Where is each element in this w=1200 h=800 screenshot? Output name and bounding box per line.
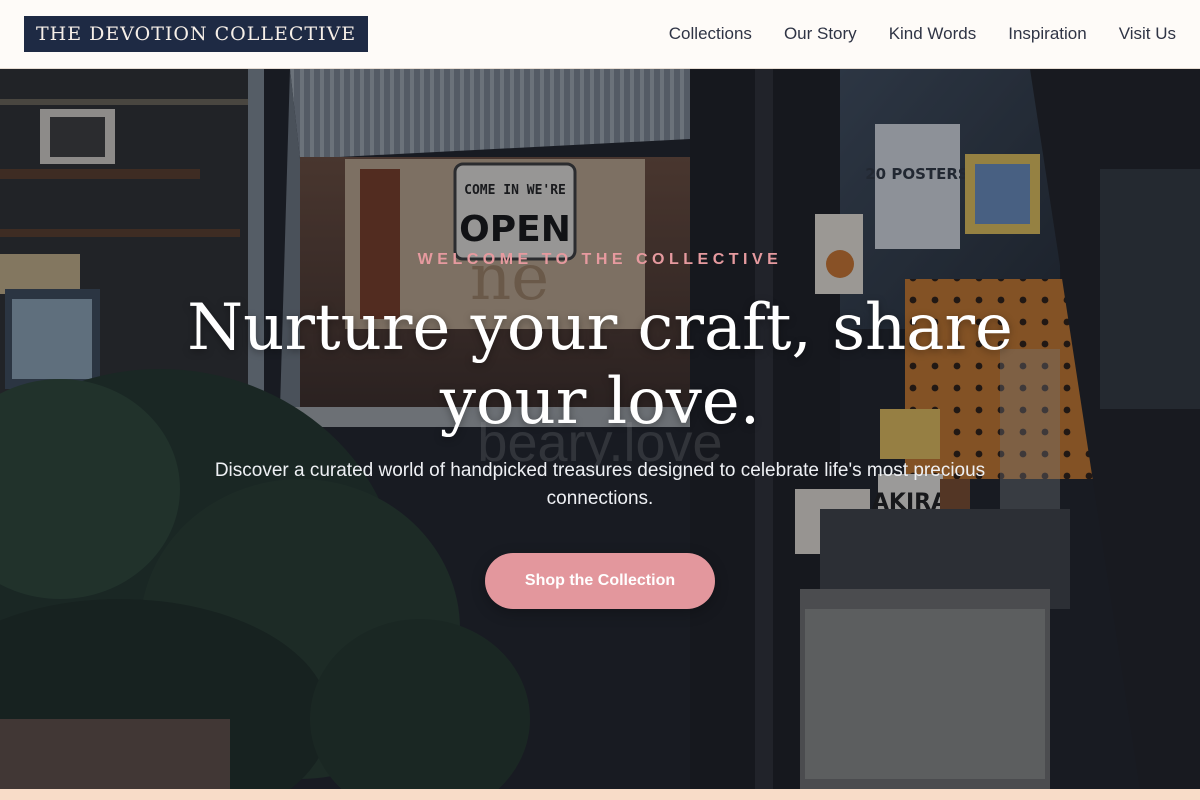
hero-section: ne COME IN WE'RE OPEN 20 POSTERS AKIRA b… bbox=[0, 69, 1200, 789]
nav-link-our-story[interactable]: Our Story bbox=[784, 24, 857, 44]
hero-title: Nurture your craft, share your love. bbox=[187, 291, 1013, 439]
nav-link-visit-us[interactable]: Visit Us bbox=[1119, 24, 1176, 44]
nav-link-kind-words[interactable]: Kind Words bbox=[889, 24, 977, 44]
nav-link-collections[interactable]: Collections bbox=[669, 24, 752, 44]
hero-subtitle: Discover a curated world of handpicked t… bbox=[214, 460, 986, 509]
nav-link-inspiration[interactable]: Inspiration bbox=[1008, 24, 1086, 44]
brand-logo[interactable]: THE DEVOTION COLLECTIVE bbox=[24, 16, 369, 52]
hero-eyebrow: WELCOME TO THE COLLECTIVE bbox=[417, 251, 783, 268]
next-section-edge bbox=[0, 789, 1200, 800]
shop-collection-button[interactable]: Shop the Collection bbox=[485, 553, 715, 609]
main-nav: Collections Our Story Kind Words Inspira… bbox=[669, 24, 1176, 44]
hero-content: WELCOME TO THE COLLECTIVE Nurture your c… bbox=[0, 69, 1200, 789]
site-header: THE DEVOTION COLLECTIVE Collections Our … bbox=[0, 0, 1200, 69]
